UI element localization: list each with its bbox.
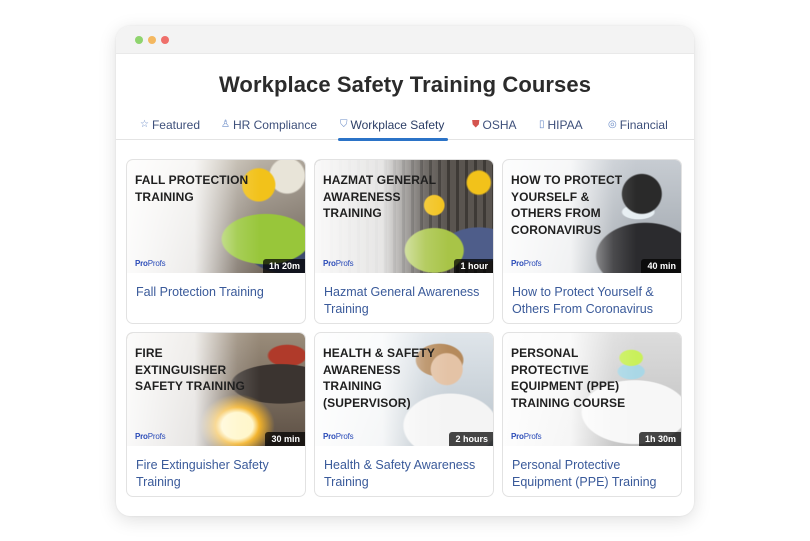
- tab-workplace-safety[interactable]: ⛉ Workplace Safety: [337, 118, 449, 141]
- course-card-ppe[interactable]: PERSONAL PROTECTIVE EQUIPMENT (PPE) TRAI…: [502, 332, 682, 497]
- person-icon: ♙: [221, 119, 230, 130]
- proprofs-logo: ProProfs: [323, 259, 354, 268]
- proprofs-logo: ProProfs: [135, 432, 166, 441]
- star-icon: ☆: [140, 119, 149, 130]
- badge-icon: ⛊: [472, 119, 480, 130]
- tab-label: HIPAA: [547, 118, 583, 132]
- window-close-dot[interactable]: [161, 36, 169, 44]
- course-thumbnail[interactable]: FIRE EXTINGUISHER SAFETY TRAINING ProPro…: [127, 333, 305, 446]
- course-duration-badge: 40 min: [641, 259, 681, 273]
- course-thumbnail[interactable]: HAZMAT GENERAL AWARENESS TRAINING ProPro…: [315, 160, 493, 273]
- course-thumbnail[interactable]: HOW TO PROTECT YOURSELF & OTHERS FROM CO…: [503, 160, 681, 273]
- course-card-hazmat[interactable]: HAZMAT GENERAL AWARENESS TRAINING ProPro…: [314, 159, 494, 324]
- tab-label: Workplace Safety: [350, 118, 445, 132]
- tab-label: Featured: [151, 118, 200, 132]
- coin-icon: ◎: [608, 119, 617, 130]
- course-thumbnail[interactable]: HEALTH & SAFETY AWARENESS TRAINING (SUPE…: [315, 333, 493, 446]
- course-duration-badge: 1h 20m: [262, 259, 305, 273]
- course-duration-badge: 1 hour: [454, 259, 493, 273]
- proprofs-logo: ProProfs: [511, 259, 542, 268]
- course-overlay-title: HOW TO PROTECT YOURSELF & OTHERS FROM CO…: [511, 173, 623, 237]
- proprofs-logo: ProProfs: [511, 432, 542, 441]
- category-tabs: ☆ Featured ♙ HR Compliance ⛉ Workplace S…: [116, 114, 694, 141]
- course-overlay-title: FALL PROTECTION TRAINING: [135, 173, 249, 204]
- course-name-link[interactable]: Fall Protection Training: [136, 284, 301, 301]
- course-duration-badge: 2 hours: [449, 432, 493, 446]
- course-name-link[interactable]: Hazmat General Awareness Training: [324, 284, 489, 318]
- course-card-fall-protection[interactable]: FALL PROTECTION TRAINING ProProfs 1h 20m…: [126, 159, 306, 324]
- course-name-link[interactable]: Health & Safety Awareness Training: [324, 457, 489, 491]
- document-icon: ▯: [539, 119, 545, 130]
- shield-icon: ⛉: [340, 119, 348, 130]
- proprofs-logo: ProProfs: [323, 432, 354, 441]
- tab-label: OSHA: [482, 118, 517, 132]
- tab-label: Financial: [619, 118, 668, 132]
- tab-label: HR Compliance: [232, 118, 317, 132]
- course-thumbnail[interactable]: PERSONAL PROTECTIVE EQUIPMENT (PPE) TRAI…: [503, 333, 681, 446]
- course-overlay-title: HAZMAT GENERAL AWARENESS TRAINING: [323, 173, 436, 220]
- course-name-link[interactable]: How to Protect Yourself & Others From Co…: [512, 284, 677, 318]
- window-minimize-dot[interactable]: [148, 36, 156, 44]
- window-maximize-dot[interactable]: [135, 36, 143, 44]
- window-titlebar: [116, 26, 694, 54]
- course-name-link[interactable]: Personal Protective Equipment (PPE) Trai…: [512, 457, 677, 491]
- course-duration-badge: 30 min: [265, 432, 305, 446]
- tab-osha[interactable]: ⛊ OSHA: [472, 118, 517, 140]
- course-card-coronavirus[interactable]: HOW TO PROTECT YOURSELF & OTHERS FROM CO…: [502, 159, 682, 324]
- course-duration-badge: 1h 30m: [638, 432, 681, 446]
- proprofs-logo: ProProfs: [135, 259, 166, 268]
- course-thumbnail[interactable]: FALL PROTECTION TRAINING ProProfs 1h 20m: [127, 160, 305, 273]
- tab-featured[interactable]: ☆ Featured: [140, 118, 200, 140]
- course-name-link[interactable]: Fire Extinguisher Safety Training: [136, 457, 301, 491]
- page-title: Workplace Safety Training Courses: [218, 72, 592, 97]
- course-overlay-title: FIRE EXTINGUISHER SAFETY TRAINING: [135, 346, 245, 393]
- tab-financial[interactable]: ◎ Financial: [608, 118, 668, 140]
- tab-hr-compliance[interactable]: ♙ HR Compliance: [221, 118, 317, 140]
- course-overlay-title: HEALTH & SAFETY AWARENESS TRAINING (SUPE…: [323, 346, 435, 410]
- browser-window: Workplace Safety Training Courses ☆ Feat…: [116, 26, 694, 516]
- course-overlay-title: PERSONAL PROTECTIVE EQUIPMENT (PPE) TRAI…: [511, 346, 626, 410]
- tab-hipaa[interactable]: ▯ HIPAA: [539, 118, 583, 140]
- course-card-fire-extinguisher[interactable]: FIRE EXTINGUISHER SAFETY TRAINING ProPro…: [126, 332, 306, 497]
- course-card-health-safety[interactable]: HEALTH & SAFETY AWARENESS TRAINING (SUPE…: [314, 332, 494, 497]
